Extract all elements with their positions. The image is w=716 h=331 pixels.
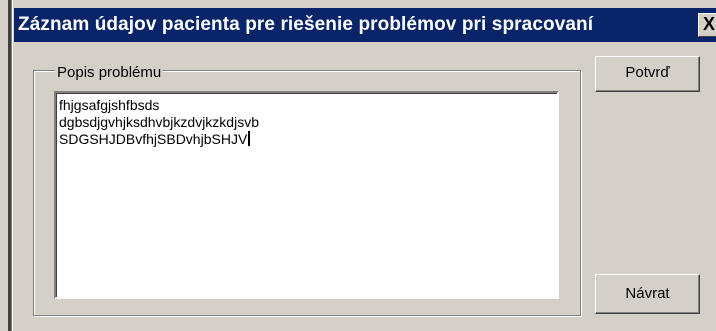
window-title: Záznam údajov pacienta pre riešenie prob…	[18, 14, 594, 35]
problem-description-textarea[interactable]: fhjgsafgjshfbsds dgbsdjgvhjksdhvbjkzdvjk…	[54, 91, 559, 299]
text-line: fhjgsafgjshfbsds	[59, 97, 160, 113]
text-line: dgbsdjgvhjksdhvbjkzdvjkzkdjsvb	[59, 114, 259, 130]
window-left-border	[8, 0, 11, 331]
return-button[interactable]: Návrat	[595, 274, 700, 314]
text-caret	[248, 131, 251, 146]
close-icon[interactable]: X	[698, 13, 716, 37]
confirm-button[interactable]: Potvrď	[595, 56, 700, 92]
text-line-content: SDGSHJDBvfhjSBDvhjbSHJV	[59, 131, 248, 147]
problem-description-label: Popis problému	[55, 64, 164, 82]
text-line: SDGSHJDBvfhjSBDvhjbSHJV	[59, 131, 554, 148]
dialog-window: Záznam údajov pacienta pre riešenie prob…	[0, 0, 716, 331]
dialog-client-area: Popis problému fhjgsafgjshfbsds dgbsdjgv…	[14, 42, 716, 331]
title-bar[interactable]: Záznam údajov pacienta pre riešenie prob…	[14, 8, 716, 42]
